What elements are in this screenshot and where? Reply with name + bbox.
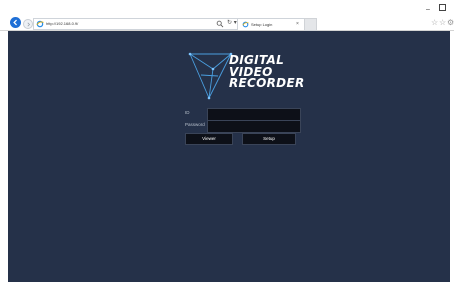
viewer-button[interactable]: Viewer bbox=[185, 133, 233, 145]
star-icon[interactable]: ☆ bbox=[439, 18, 446, 27]
tab-close-icon[interactable]: × bbox=[296, 21, 299, 28]
search-icon[interactable] bbox=[216, 20, 224, 28]
ie-icon bbox=[36, 20, 44, 28]
address-bar[interactable]: http://192.168.0.9/ ↻ ▾ bbox=[33, 18, 240, 30]
home-icon[interactable]: ☆ bbox=[431, 18, 438, 27]
dvr-login-page: DIGITAL VIDEO RECORDER ID Password Viewe… bbox=[8, 31, 450, 282]
back-button[interactable] bbox=[10, 17, 21, 28]
tab-setup-login[interactable]: Setup Login × bbox=[237, 18, 305, 30]
password-label: Password bbox=[185, 122, 205, 127]
logo-text: DIGITAL VIDEO RECORDER bbox=[229, 54, 305, 90]
browser-chrome: http://192.168.0.9/ ↻ ▾ Setup Login × – … bbox=[0, 0, 454, 31]
back-arrow-icon bbox=[13, 19, 17, 26]
ie-icon bbox=[242, 21, 249, 28]
setup-button[interactable]: Setup bbox=[242, 133, 296, 145]
id-label: ID bbox=[185, 110, 190, 115]
tab-title: Setup Login bbox=[251, 22, 273, 27]
logo-line-recorder: RECORDER bbox=[229, 76, 305, 90]
triangle-logo-icon bbox=[188, 52, 233, 100]
refresh-icon[interactable]: ↻ ▾ bbox=[227, 19, 237, 28]
forward-arrow-icon bbox=[26, 21, 30, 27]
gear-icon[interactable]: ⚙ bbox=[447, 18, 454, 27]
password-field[interactable] bbox=[207, 120, 301, 133]
restore-icon[interactable] bbox=[439, 4, 446, 11]
minimize-icon[interactable]: – bbox=[426, 6, 430, 13]
new-tab-button[interactable] bbox=[304, 18, 317, 31]
address-text: http://192.168.0.9/ bbox=[46, 21, 79, 26]
forward-button[interactable] bbox=[23, 19, 33, 29]
